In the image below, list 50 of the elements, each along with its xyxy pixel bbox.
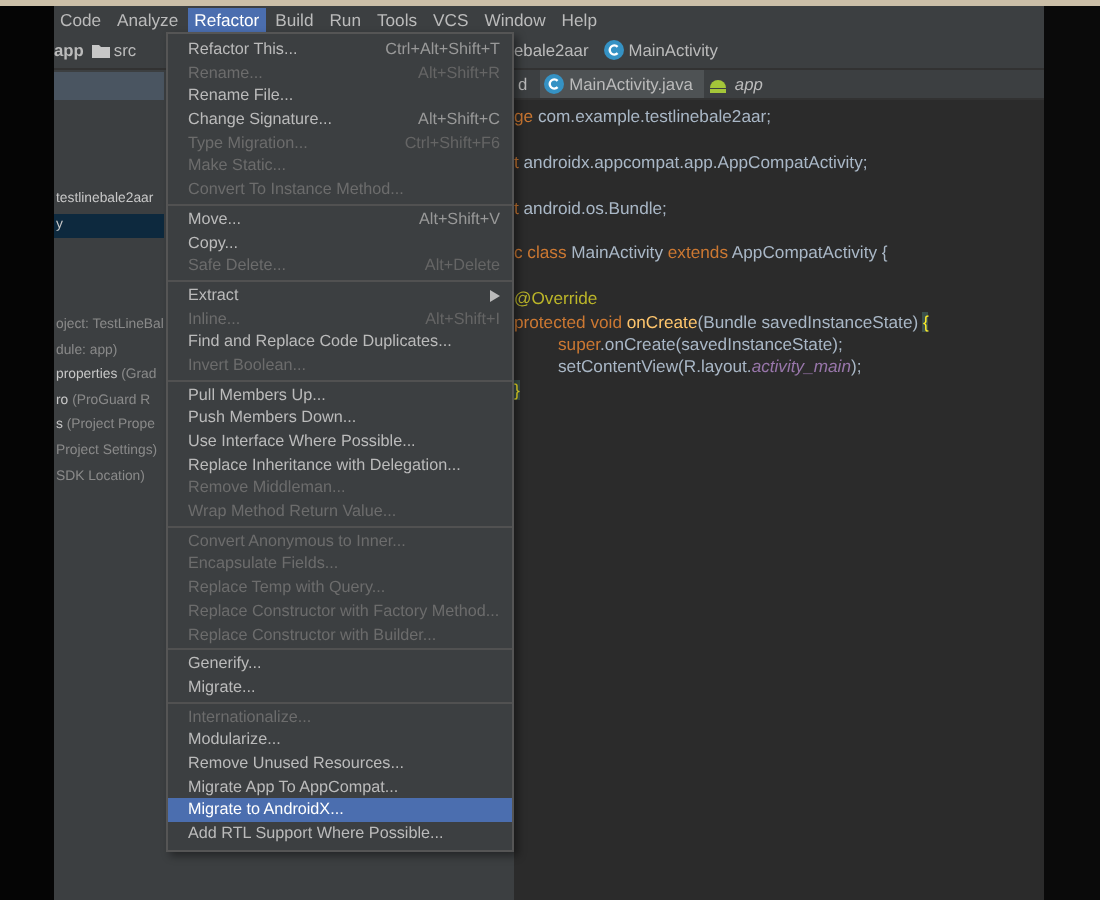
menu-item[interactable]: Migrate... <box>168 675 512 700</box>
code-line: @Override <box>514 288 600 312</box>
menu-item[interactable]: Build <box>269 7 320 33</box>
shortcut-label: Ctrl+Alt+Shift+T <box>385 38 500 62</box>
menu-item[interactable]: Rename File... <box>168 84 512 109</box>
menu-item[interactable]: Run <box>323 7 367 33</box>
menu-item[interactable]: Extract <box>168 283 512 308</box>
android-icon <box>708 74 729 94</box>
menu-item[interactable]: Refactor This... Ctrl+Alt+Shift+T <box>168 38 512 62</box>
code-line: t androidx.appcompat.app.AppCompatActivity; <box>514 151 870 175</box>
class-icon <box>543 74 564 94</box>
menu-item[interactable]: Modularize... <box>168 728 512 752</box>
menu-item[interactable]: Generify... <box>168 652 512 676</box>
code-line: ge com.example.testlinebale2aar; <box>514 106 774 129</box>
menu-item[interactable]: Refactor <box>188 7 266 33</box>
code-line: c class MainActivity extends AppCompatActivity { <box>514 242 890 266</box>
code-line: super.onCreate(savedInstanceState); <box>556 333 845 357</box>
menu-item[interactable]: Remove Unused Resources... <box>168 751 512 776</box>
code-line: protected void onCreate(Bundle savedInstanceState) { <box>514 311 931 334</box>
menu-item[interactable]: Replace Inheritance with Delegation... <box>168 453 512 477</box>
menu-item[interactable]: Push Members Down... <box>168 406 512 430</box>
breadcrumb-item[interactable]: app <box>54 38 84 64</box>
menu-item[interactable]: Use Interface Where Possible... <box>168 430 512 454</box>
menu-item[interactable]: Copy... <box>168 231 512 255</box>
submenu-arrow-icon <box>490 289 500 302</box>
menu-item[interactable]: Help <box>555 7 603 33</box>
menu-item[interactable]: Tools <box>370 7 424 33</box>
breadcrumb-item[interactable]: src <box>113 38 137 64</box>
editor-tab[interactable]: app <box>704 70 775 98</box>
menu-item[interactable]: Analyze <box>111 7 185 33</box>
folder-icon <box>91 43 110 58</box>
menu-item[interactable]: VCS <box>427 7 475 33</box>
menu-item[interactable]: Migrate to AndroidX... <box>168 798 512 822</box>
breadcrumb-item[interactable]: MainActivity <box>628 38 718 64</box>
shortcut-label: Alt+Shift+V <box>419 207 500 232</box>
breadcrumb-item[interactable]: ebale2aar <box>514 38 589 64</box>
editor-tab[interactable]: MainActivity.java <box>539 70 705 98</box>
code-line: t android.os.Bundle; <box>514 197 669 220</box>
menu-item[interactable]: Code <box>54 7 108 33</box>
class-icon <box>604 40 625 61</box>
menu-item[interactable]: Move... Alt+Shift+V <box>168 207 512 231</box>
menu-item[interactable]: Migrate App To AppCompat... <box>168 775 512 799</box>
editor-tab[interactable]: d <box>514 70 540 98</box>
menu-item[interactable]: Window <box>478 7 552 33</box>
menu-item[interactable]: Find and Replace Code Duplicates... <box>168 330 512 354</box>
code-line: setContentView(R.layout.activity_main); <box>556 356 864 380</box>
menu-item[interactable]: Pull Members Up... <box>168 383 512 407</box>
shortcut-label: Alt+Shift+C <box>418 108 500 132</box>
menu-item[interactable]: Add RTL Support Where Possible... <box>168 822 512 846</box>
menu-item[interactable]: Change Signature... Alt+Shift+C <box>168 108 512 132</box>
